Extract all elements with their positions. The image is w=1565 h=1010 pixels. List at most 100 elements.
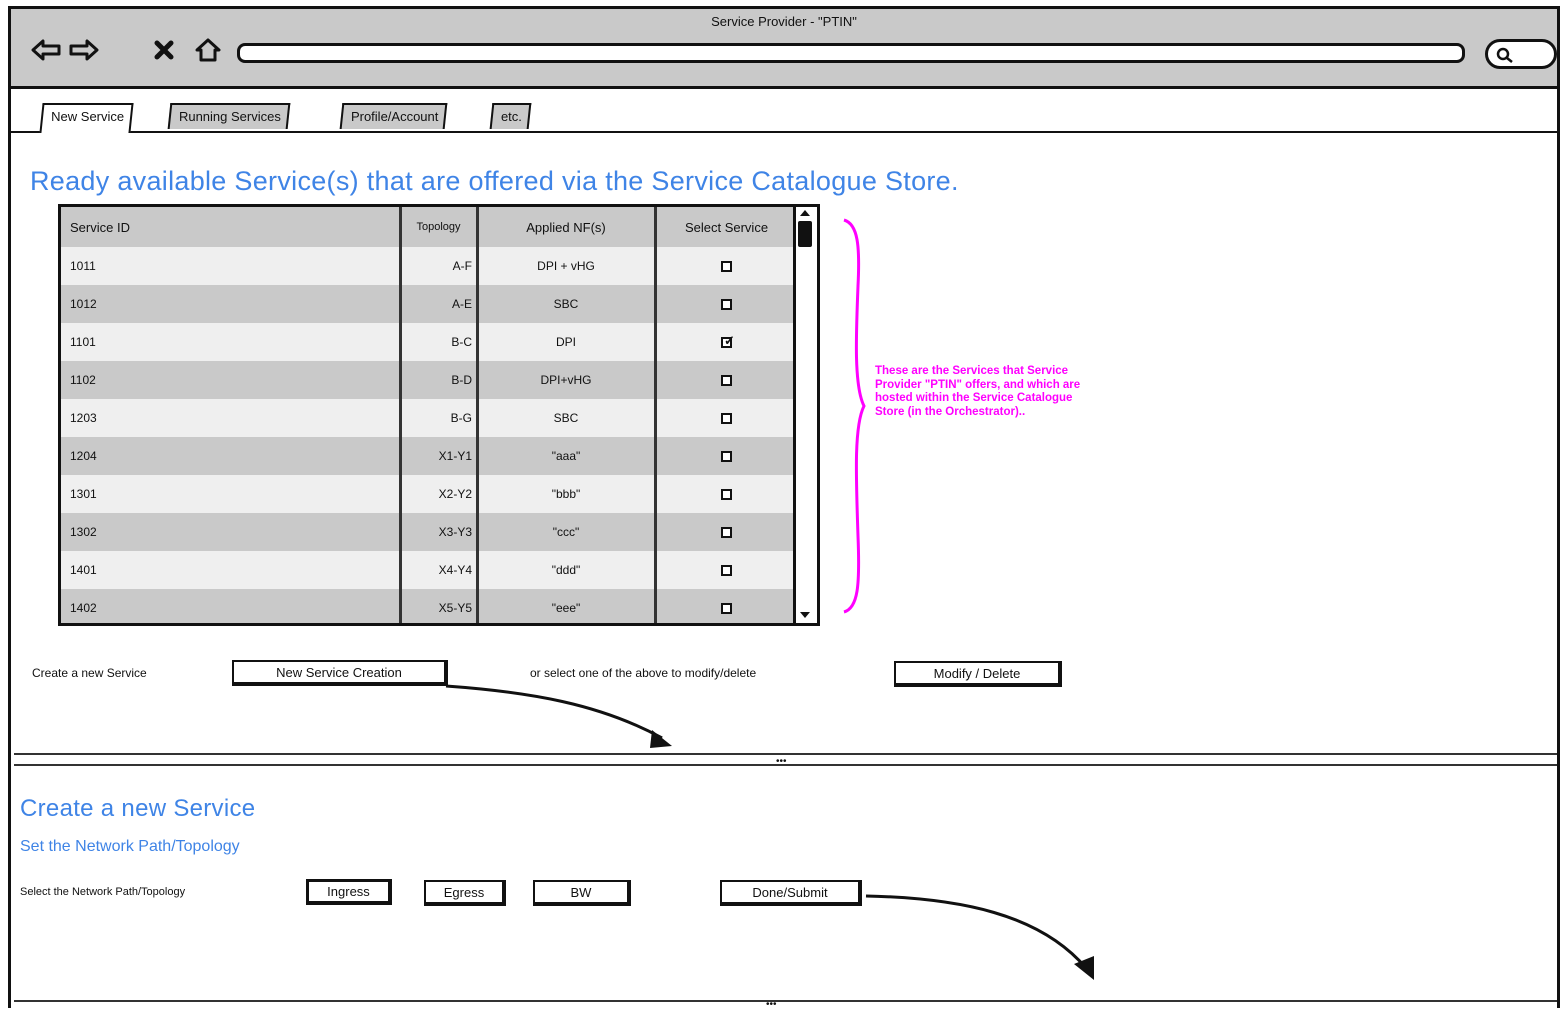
modify-delete-button[interactable]: Modify / Delete <box>894 661 1062 687</box>
cell-topology: X2-Y2 <box>401 475 478 513</box>
splitter-handle-icon[interactable]: ••• <box>766 999 777 1010</box>
table-row[interactable]: 1101 B-C DPI <box>61 323 795 361</box>
select-service-checkbox[interactable] <box>721 333 735 349</box>
forward-arrow-icon[interactable] <box>67 35 101 65</box>
select-service-checkbox[interactable] <box>721 564 732 576</box>
tab-profile-account[interactable]: Profile/Account <box>339 103 448 129</box>
stop-icon[interactable] <box>147 35 181 65</box>
scroll-down-arrow-icon[interactable] <box>797 611 813 621</box>
table-row[interactable]: 1011 A-F DPI + vHG <box>61 247 795 285</box>
header-topology: Topology <box>401 207 478 247</box>
cell-applied-nfs: "aaa" <box>478 437 656 475</box>
table-row[interactable]: 1302 X3-Y3 "ccc" <box>61 513 795 551</box>
cell-select-service <box>656 247 797 285</box>
cell-topology: X4-Y4 <box>401 551 478 589</box>
tab-running-services[interactable]: Running Services <box>167 103 291 129</box>
scroll-thumb[interactable] <box>798 221 812 247</box>
cell-applied-nfs: "ccc" <box>478 513 656 551</box>
cell-topology: X3-Y3 <box>401 513 478 551</box>
title-bar: Service Provider - "PTIN" <box>11 9 1557 89</box>
table-row[interactable]: 1012 A-E SBC <box>61 285 795 323</box>
select-service-checkbox[interactable] <box>721 260 732 272</box>
table-row[interactable]: 1301 X2-Y2 "bbb" <box>61 475 795 513</box>
table-header: Service ID Topology Applied NF(s) Select… <box>61 207 795 247</box>
cell-service-id: 1203 <box>61 399 401 437</box>
cell-applied-nfs: DPI + vHG <box>478 247 656 285</box>
catalogue-note: These are the Services that Service Prov… <box>875 365 1081 418</box>
cell-topology: B-G <box>401 399 478 437</box>
table-row[interactable]: 1203 B-G SBC <box>61 399 795 437</box>
search-field[interactable] <box>1485 39 1557 69</box>
cell-applied-nfs: "ddd" <box>478 551 656 589</box>
create-service-heading: Create a new Service <box>20 795 256 822</box>
section-divider <box>14 753 1557 755</box>
cell-service-id: 1204 <box>61 437 401 475</box>
select-service-checkbox[interactable] <box>721 298 732 310</box>
cell-service-id: 1302 <box>61 513 401 551</box>
done-submit-button[interactable]: Done/Submit <box>720 880 862 906</box>
tab-baseline <box>11 131 1557 133</box>
cell-select-service <box>656 475 797 513</box>
table-row[interactable]: 1402 X5-Y5 "eee" <box>61 589 797 623</box>
cell-select-service <box>656 399 797 437</box>
cell-service-id: 1301 <box>61 475 401 513</box>
column-divider <box>400 207 402 623</box>
services-table: Service ID Topology Applied NF(s) Select… <box>58 204 820 626</box>
window-title: Service Provider - "PTIN" <box>711 14 857 29</box>
select-service-checkbox[interactable] <box>721 602 732 614</box>
select-service-checkbox[interactable] <box>721 374 732 386</box>
cell-topology: X1-Y1 <box>401 437 478 475</box>
header-service-id: Service ID <box>61 207 401 247</box>
scroll-up-arrow-icon[interactable] <box>797 209 813 219</box>
select-service-checkbox[interactable] <box>721 450 732 462</box>
bw-button[interactable]: BW <box>533 880 631 906</box>
catalogue-heading: Ready available Service(s) that are offe… <box>30 166 959 196</box>
select-service-checkbox[interactable] <box>721 488 732 500</box>
table-row[interactable]: 1401 X4-Y4 "ddd" <box>61 551 795 589</box>
create-service-label: Create a new Service <box>32 666 147 680</box>
cell-select-service <box>656 323 797 361</box>
egress-button[interactable]: Egress <box>424 880 506 906</box>
cell-applied-nfs: SBC <box>478 399 656 437</box>
splitter-handle-icon[interactable]: ••• <box>776 756 787 767</box>
tab-etc[interactable]: etc. <box>489 103 532 129</box>
table-scrollbar[interactable] <box>793 207 817 623</box>
column-divider <box>655 207 657 623</box>
header-applied-nfs: Applied NF(s) <box>478 207 656 247</box>
cell-select-service <box>656 551 797 589</box>
cell-applied-nfs: "eee" <box>478 589 656 623</box>
ingress-button[interactable]: Ingress <box>306 879 392 905</box>
cell-select-service <box>656 285 797 323</box>
modify-delete-label: or select one of the above to modify/del… <box>530 666 757 680</box>
cell-applied-nfs: DPI+vHG <box>478 361 656 399</box>
cell-applied-nfs: SBC <box>478 285 656 323</box>
new-service-creation-button[interactable]: New Service Creation <box>232 660 448 686</box>
cell-service-id: 1101 <box>61 323 401 361</box>
table-row[interactable]: 1102 B-D DPI+vHG <box>61 361 795 399</box>
back-arrow-icon[interactable] <box>29 35 63 65</box>
flow-arrow-icon <box>865 894 1094 980</box>
cell-topology: B-C <box>401 323 478 361</box>
select-network-path-label: Select the Network Path/Topology <box>20 886 186 898</box>
url-bar[interactable] <box>237 43 1465 63</box>
cell-service-id: 1102 <box>61 361 401 399</box>
cell-select-service <box>656 513 797 551</box>
tab-new-service[interactable]: New Service <box>39 103 134 133</box>
cell-service-id: 1011 <box>61 247 401 285</box>
table-row[interactable]: 1204 X1-Y1 "aaa" <box>61 437 795 475</box>
cell-service-id: 1402 <box>61 589 401 623</box>
network-path-subheading: Set the Network Path/Topology <box>20 838 240 855</box>
home-icon[interactable] <box>191 35 225 65</box>
select-service-checkbox[interactable] <box>721 412 732 424</box>
tab-bar: New Service Running Services Profile/Acc… <box>11 101 1557 133</box>
cell-topology: X5-Y5 <box>401 589 478 623</box>
select-service-checkbox[interactable] <box>721 526 732 538</box>
cell-topology: A-E <box>401 285 478 323</box>
cell-service-id: 1012 <box>61 285 401 323</box>
cell-select-service <box>656 437 797 475</box>
cell-select-service <box>656 589 797 623</box>
flow-arrow-icon <box>445 684 672 748</box>
column-divider <box>477 207 479 623</box>
curly-brace-icon <box>843 218 866 614</box>
section-divider <box>14 1000 1557 1002</box>
